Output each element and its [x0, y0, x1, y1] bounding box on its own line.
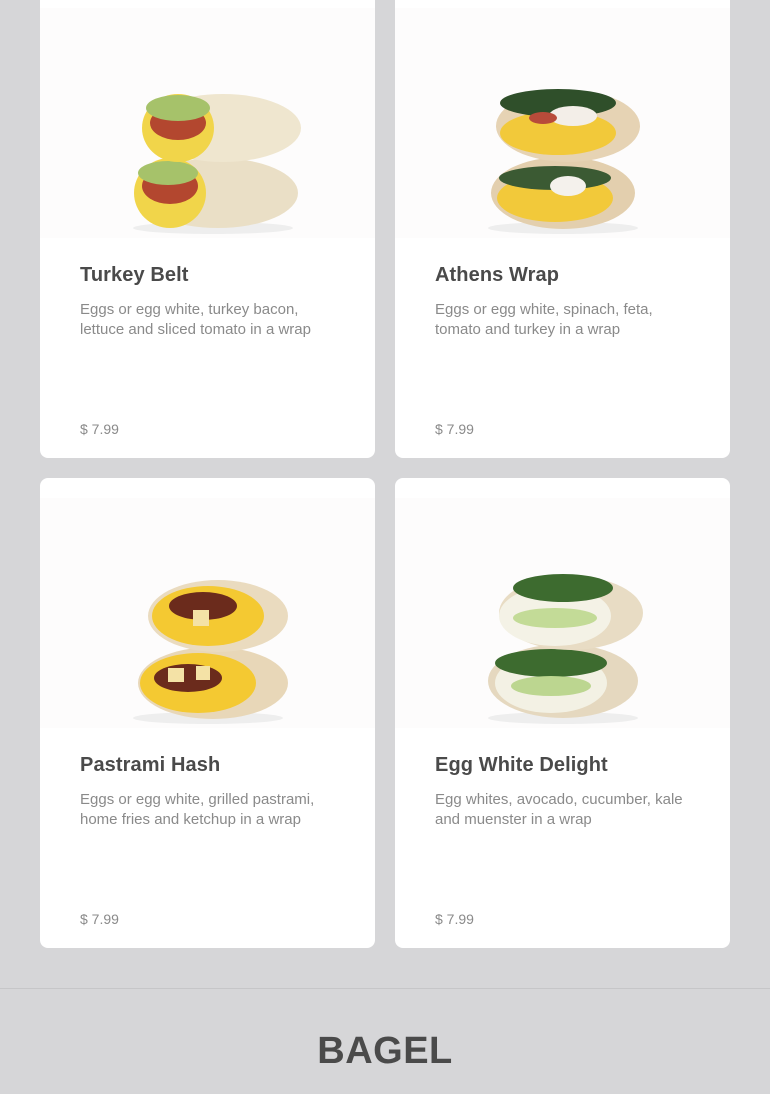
section-title-bagel: BAGEL: [317, 1030, 453, 1072]
menu-item-price: $ 7.99: [80, 421, 119, 437]
wrap-image-pastrami-hash: [40, 498, 375, 728]
menu-item-card-egg-white-delight[interactable]: Egg White Delight Egg whites, avocado, c…: [395, 478, 730, 948]
menu-item-price: $ 7.99: [80, 911, 119, 927]
menu-item-description: Eggs or egg white, spinach, feta, tomato…: [435, 301, 653, 338]
menu-page: Turkey Belt Eggs or egg white, turkey ba…: [0, 0, 770, 1094]
menu-item-price: $ 7.99: [435, 911, 474, 927]
menu-item-title: Athens Wrap: [435, 264, 560, 286]
menu-item-grid: Turkey Belt Eggs or egg white, turkey ba…: [40, 0, 730, 948]
wrap-image-egg-white-delight: [395, 498, 730, 728]
menu-item-title: Egg White Delight: [435, 754, 608, 776]
menu-item-title: Pastrami Hash: [80, 754, 221, 776]
wrap-image-athens: [395, 8, 730, 238]
menu-item-price: $ 7.99: [435, 421, 474, 437]
menu-item-description: Egg whites, avocado, cucumber, kale and …: [435, 791, 683, 828]
menu-item-title: Turkey Belt: [80, 264, 189, 286]
menu-item-card-turkey-belt[interactable]: Turkey Belt Eggs or egg white, turkey ba…: [40, 0, 375, 458]
menu-item-card-pastrami-hash[interactable]: Pastrami Hash Eggs or egg white, grilled…: [40, 478, 375, 948]
menu-item-description: Eggs or egg white, turkey bacon, lettuce…: [80, 301, 311, 338]
wrap-image-turkey-belt: [40, 8, 375, 238]
menu-item-card-athens-wrap[interactable]: Athens Wrap Eggs or egg white, spinach, …: [395, 0, 730, 458]
menu-item-description: Eggs or egg white, grilled pastrami, hom…: [80, 791, 315, 828]
section-divider: [0, 988, 770, 989]
